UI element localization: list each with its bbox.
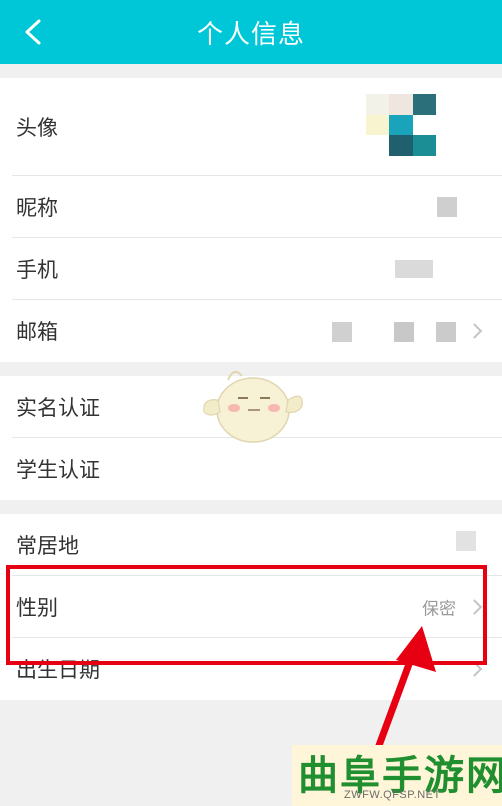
avatar[interactable] <box>366 94 436 156</box>
row-label: 头像 <box>16 116 58 140</box>
back-arrow-icon[interactable] <box>20 18 48 46</box>
blurred-value <box>394 322 414 342</box>
page-title: 个人信息 <box>196 19 305 50</box>
row-label: 常居地 <box>16 534 79 558</box>
row-nickname[interactable]: 昵称 <box>0 176 502 238</box>
row-avatar[interactable]: 头像 <box>0 78 502 176</box>
blurred-value <box>395 260 433 278</box>
row-label: 邮箱 <box>16 320 58 344</box>
blurred-value <box>456 531 476 551</box>
profile-basic-section: 头像 昵称 手机 邮箱 <box>0 78 502 362</box>
site-watermark: 曲阜手游网 ZWFW.QFSP.NET <box>292 745 502 806</box>
mascot-watermark <box>203 370 303 443</box>
row-label: 实名认证 <box>16 396 100 420</box>
chevron-right-icon <box>466 323 483 339</box>
row-email[interactable]: 邮箱 <box>0 300 502 362</box>
row-phone[interactable]: 手机 <box>0 238 502 300</box>
blurred-value <box>436 322 456 342</box>
blurred-value <box>332 322 352 342</box>
row-label: 学生认证 <box>16 458 100 482</box>
header-bar: 个人信息 <box>0 0 502 64</box>
row-label: 昵称 <box>16 196 58 220</box>
blurred-value <box>437 197 457 217</box>
row-label: 手机 <box>16 258 58 282</box>
watermark-url: ZWFW.QFSP.NET <box>344 789 441 801</box>
